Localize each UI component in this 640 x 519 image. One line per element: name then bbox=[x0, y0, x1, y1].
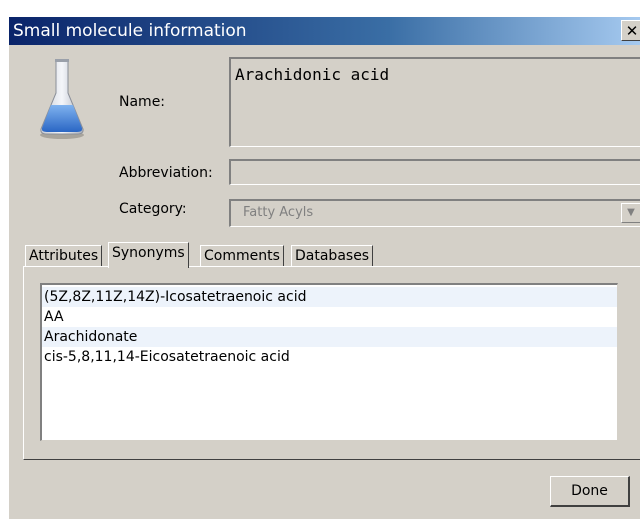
tab-synonyms[interactable]: Synonyms bbox=[108, 242, 189, 268]
list-item[interactable]: AA bbox=[42, 307, 617, 327]
tab-comments[interactable]: Comments bbox=[200, 245, 284, 267]
synonyms-list[interactable]: (5Z,8Z,11Z,14Z)-Icosatetraenoic acid AA … bbox=[40, 283, 618, 441]
small-molecule-dialog: Small molecule information ✕ Name: Arach… bbox=[8, 16, 640, 519]
list-item[interactable]: cis-5,8,11,14-Eicosatetraenoic acid bbox=[42, 347, 617, 367]
title-bar[interactable]: Small molecule information ✕ bbox=[9, 17, 640, 45]
category-label: Category: bbox=[119, 201, 187, 217]
done-button[interactable]: Done bbox=[550, 476, 630, 507]
name-label: Name: bbox=[119, 94, 166, 110]
abbreviation-field[interactable] bbox=[229, 159, 640, 185]
chevron-down-icon[interactable]: ▼ bbox=[621, 203, 640, 223]
flask-icon bbox=[40, 59, 84, 139]
window-title: Small molecule information bbox=[13, 21, 247, 41]
category-select[interactable]: Fatty Acyls ▼ bbox=[229, 199, 640, 227]
synonyms-panel: (5Z,8Z,11Z,14Z)-Icosatetraenoic acid AA … bbox=[23, 266, 640, 460]
abbreviation-label: Abbreviation: bbox=[119, 165, 213, 181]
name-field[interactable]: Arachidonic acid bbox=[229, 57, 640, 147]
list-item[interactable]: (5Z,8Z,11Z,14Z)-Icosatetraenoic acid bbox=[42, 287, 617, 307]
close-button[interactable]: ✕ bbox=[621, 20, 640, 41]
category-value: Fatty Acyls bbox=[243, 205, 314, 220]
tab-databases[interactable]: Databases bbox=[291, 245, 374, 267]
tab-attributes[interactable]: Attributes bbox=[25, 245, 103, 267]
list-item[interactable]: Arachidonate bbox=[42, 327, 617, 347]
